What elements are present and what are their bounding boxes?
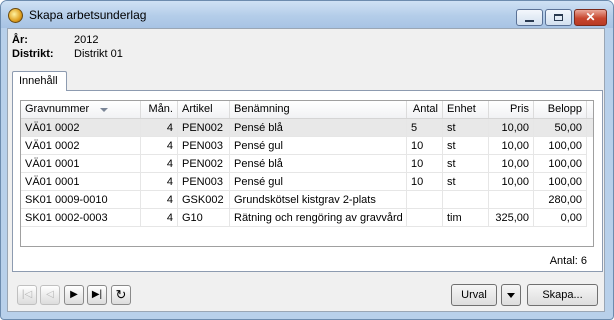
column-header-artikel[interactable]: Artikel <box>178 101 230 118</box>
next-record-icon: ▶ <box>70 289 78 300</box>
cell-gravnummer: VÄ01 0001 <box>21 155 141 173</box>
title-bar[interactable]: Skapa arbetsunderlag ✕ <box>1 1 613 28</box>
cell-benamning: Pensé gul <box>230 173 407 191</box>
cell-man: 4 <box>141 209 178 227</box>
first-record-icon: |◁ <box>21 289 33 300</box>
cell-enhet <box>443 191 489 209</box>
minimize-icon <box>525 20 534 22</box>
table-row[interactable]: VÄ01 0001 4 PEN003 Pensé gul 10 st 10,00… <box>21 173 593 191</box>
cell-man: 4 <box>141 191 178 209</box>
first-record-button[interactable]: |◁ <box>17 285 37 305</box>
previous-record-button[interactable]: ◁ <box>40 285 60 305</box>
cell-belopp: 100,00 <box>534 155 587 173</box>
table-row[interactable]: SK01 0009-0010 4 GSK002 Grundskötsel kis… <box>21 191 593 209</box>
column-header-gravnummer[interactable]: Gravnummer <box>21 101 141 118</box>
column-header-enhet[interactable]: Enhet <box>443 101 489 118</box>
cell-belopp: 0,00 <box>534 209 587 227</box>
cell-pris <box>489 191 534 209</box>
cell-artikel: G10 <box>178 209 230 227</box>
skapa-button[interactable]: Skapa... <box>527 284 598 306</box>
district-label: Distrikt: <box>12 48 54 60</box>
cell-man: 4 <box>141 137 178 155</box>
cell-artikel: PEN002 <box>178 155 230 173</box>
cell-antal: 10 <box>407 137 443 155</box>
year-value: 2012 <box>74 34 99 46</box>
cell-benamning: Rätning och rengöring av gravvård <box>230 209 407 227</box>
cell-antal <box>407 209 443 227</box>
last-record-button[interactable]: ▶| <box>87 285 107 305</box>
column-header-label: Gravnummer <box>25 103 90 115</box>
cell-man: 4 <box>141 155 178 173</box>
cell-artikel: PEN003 <box>178 137 230 155</box>
window-title: Skapa arbetsunderlag <box>29 8 147 22</box>
close-icon: ✕ <box>585 10 596 24</box>
close-button[interactable]: ✕ <box>574 9 607 26</box>
table-header: Gravnummer Mån. Artikel Benämning Antal … <box>21 101 593 119</box>
cell-benamning: Pensé gul <box>230 137 407 155</box>
year-label: År: <box>12 34 28 46</box>
cell-gravnummer: VÄ01 0001 <box>21 173 141 191</box>
maximize-icon <box>554 14 563 21</box>
table-row[interactable]: VÄ01 0002 4 PEN002 Pensé blå 5 st 10,00 … <box>21 119 593 137</box>
column-header-man[interactable]: Mån. <box>141 101 178 118</box>
cell-gravnummer: SK01 0002-0003 <box>21 209 141 227</box>
previous-record-icon: ◁ <box>46 289 54 300</box>
cell-enhet: st <box>443 155 489 173</box>
cell-benamning: Pensé blå <box>230 119 407 137</box>
column-header-belopp[interactable]: Belopp <box>534 101 587 118</box>
cell-pris: 10,00 <box>489 173 534 191</box>
cell-pris: 10,00 <box>489 137 534 155</box>
cell-artikel: GSK002 <box>178 191 230 209</box>
cell-enhet: st <box>443 173 489 191</box>
work-items-table[interactable]: Gravnummer Mån. Artikel Benämning Antal … <box>20 100 594 247</box>
cell-pris: 10,00 <box>489 155 534 173</box>
column-header-benamning[interactable]: Benämning <box>230 101 407 118</box>
minimize-button[interactable] <box>516 9 543 26</box>
cell-antal: 10 <box>407 155 443 173</box>
column-header-antal[interactable]: Antal <box>407 101 443 118</box>
cell-benamning: Grundskötsel kistgrav 2-plats <box>230 191 407 209</box>
refresh-icon: ↻ <box>115 287 127 302</box>
last-record-icon: ▶| <box>91 289 103 300</box>
app-logo-icon <box>8 8 23 23</box>
urval-dropdown-button[interactable] <box>501 284 521 306</box>
tab-innehall[interactable]: Innehåll <box>12 71 67 91</box>
next-record-button[interactable]: ▶ <box>64 285 84 305</box>
table-row[interactable]: VÄ01 0001 4 PEN002 Pensé blå 10 st 10,00… <box>21 155 593 173</box>
cell-gravnummer: VÄ01 0002 <box>21 137 141 155</box>
cell-enhet: tim <box>443 209 489 227</box>
table-row[interactable]: VÄ01 0002 4 PEN003 Pensé gul 10 st 10,00… <box>21 137 593 155</box>
cell-artikel: PEN003 <box>178 173 230 191</box>
table-row[interactable]: SK01 0002-0003 4 G10 Rätning och rengöri… <box>21 209 593 227</box>
cell-enhet: st <box>443 119 489 137</box>
chevron-down-icon <box>507 293 515 298</box>
cell-antal <box>407 191 443 209</box>
maximize-button[interactable] <box>545 9 572 26</box>
column-header-pris[interactable]: Pris <box>489 101 534 118</box>
cell-belopp: 100,00 <box>534 137 587 155</box>
urval-button[interactable]: Urval <box>451 284 497 306</box>
cell-benamning: Pensé blå <box>230 155 407 173</box>
cell-man: 4 <box>141 173 178 191</box>
cell-belopp: 100,00 <box>534 173 587 191</box>
cell-belopp: 50,00 <box>534 119 587 137</box>
cell-gravnummer: SK01 0009-0010 <box>21 191 141 209</box>
cell-gravnummer: VÄ01 0002 <box>21 119 141 137</box>
cell-antal: 5 <box>407 119 443 137</box>
refresh-button[interactable]: ↻ <box>111 285 131 305</box>
cell-pris: 10,00 <box>489 119 534 137</box>
sort-descending-icon <box>100 108 108 112</box>
cell-antal: 10 <box>407 173 443 191</box>
cell-pris: 325,00 <box>489 209 534 227</box>
cell-man: 4 <box>141 119 178 137</box>
cell-enhet: st <box>443 137 489 155</box>
district-value: Distrikt 01 <box>74 48 123 60</box>
row-count-label: Antal: 6 <box>549 255 587 267</box>
cell-artikel: PEN002 <box>178 119 230 137</box>
cell-belopp: 280,00 <box>534 191 587 209</box>
